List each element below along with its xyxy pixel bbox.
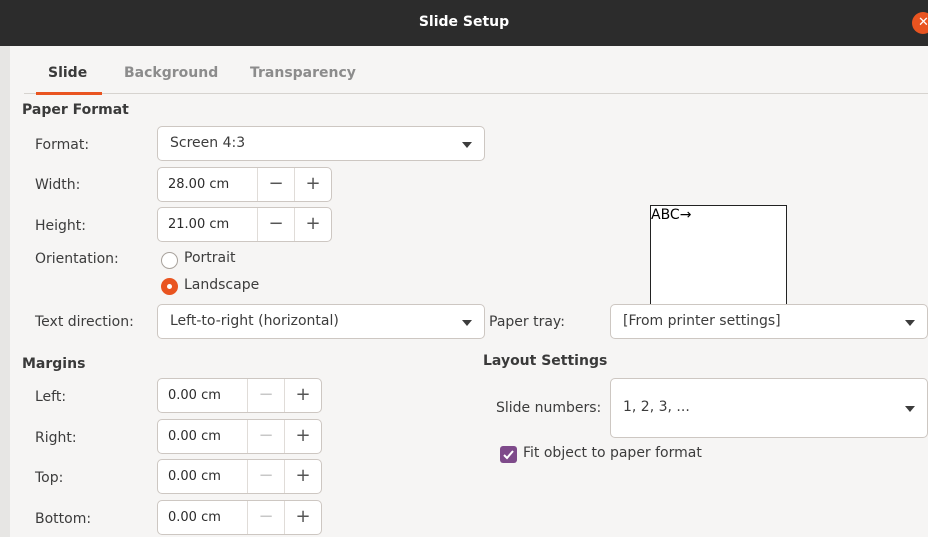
tab-background[interactable]: Background: [124, 65, 218, 81]
text-direction-value: Left-to-right (horizontal): [170, 313, 339, 329]
fit-object-checkbox[interactable]: [500, 446, 517, 463]
landscape-label[interactable]: Landscape: [184, 277, 259, 293]
chevron-down-icon: [905, 406, 915, 412]
slide-numbers-value: 1, 2, 3, ...: [623, 399, 690, 415]
format-dropdown[interactable]: Screen 4:3: [157, 126, 485, 161]
height-increment-button[interactable]: +: [294, 208, 331, 241]
margin-bottom-label: Bottom:: [35, 511, 92, 527]
format-label: Format:: [35, 137, 90, 153]
width-decrement-button[interactable]: −: [257, 168, 294, 201]
margin-top-increment-button[interactable]: +: [284, 460, 321, 493]
paper-tray-value: [From printer settings]: [623, 313, 781, 329]
chevron-down-icon: [462, 142, 472, 148]
fit-object-label[interactable]: Fit object to paper format: [523, 445, 702, 461]
paper-format-heading: Paper Format: [22, 102, 129, 118]
width-label: Width:: [35, 177, 81, 193]
margin-left-increment-button[interactable]: +: [284, 379, 321, 412]
margin-right-label: Right:: [35, 430, 77, 446]
margin-right-value[interactable]: 0.00 cm: [168, 429, 221, 444]
height-stepper[interactable]: 21.00 cm − +: [157, 207, 332, 242]
orientation-label: Orientation:: [35, 251, 119, 267]
margin-bottom-value[interactable]: 0.00 cm: [168, 510, 221, 525]
margin-bottom-decrement-button[interactable]: −: [247, 501, 284, 534]
slide-preview: ABC→: [650, 205, 787, 309]
height-value[interactable]: 21.00 cm: [168, 217, 229, 232]
width-increment-button[interactable]: +: [294, 168, 331, 201]
dialog-body: Slide Background Transparency Paper Form…: [0, 46, 928, 537]
width-value[interactable]: 28.00 cm: [168, 177, 229, 192]
paper-tray-dropdown[interactable]: [From printer settings]: [610, 304, 928, 339]
portrait-label[interactable]: Portrait: [184, 250, 235, 266]
chevron-down-icon: [462, 320, 472, 326]
margin-right-stepper[interactable]: 0.00 cm − +: [157, 419, 322, 454]
margin-left-stepper[interactable]: 0.00 cm − +: [157, 378, 322, 413]
layout-settings-heading: Layout Settings: [483, 353, 608, 369]
paper-tray-label: Paper tray:: [489, 314, 565, 330]
text-direction-dropdown[interactable]: Left-to-right (horizontal): [157, 304, 485, 339]
active-tab-indicator: [36, 92, 102, 95]
height-label: Height:: [35, 218, 86, 234]
text-direction-label: Text direction:: [35, 314, 134, 330]
height-decrement-button[interactable]: −: [257, 208, 294, 241]
close-icon[interactable]: ✕: [912, 12, 928, 34]
title-bar: Slide Setup ✕: [0, 0, 928, 46]
margin-left-decrement-button[interactable]: −: [247, 379, 284, 412]
window-title: Slide Setup: [418, 14, 510, 30]
margin-bottom-increment-button[interactable]: +: [284, 501, 321, 534]
margin-top-stepper[interactable]: 0.00 cm − +: [157, 459, 322, 494]
margin-top-label: Top:: [35, 470, 64, 486]
checkmark-icon: [503, 450, 514, 460]
margins-heading: Margins: [22, 356, 86, 372]
portrait-radio[interactable]: [161, 252, 178, 269]
margin-top-decrement-button[interactable]: −: [247, 460, 284, 493]
margin-left-label: Left:: [35, 389, 67, 405]
margin-left-value[interactable]: 0.00 cm: [168, 388, 221, 403]
tab-bar: Slide Background Transparency: [24, 54, 928, 94]
format-value: Screen 4:3: [170, 135, 246, 151]
margin-right-increment-button[interactable]: +: [284, 420, 321, 453]
tab-slide[interactable]: Slide: [48, 65, 87, 81]
slide-numbers-dropdown[interactable]: 1, 2, 3, ...: [610, 378, 928, 438]
width-stepper[interactable]: 28.00 cm − +: [157, 167, 332, 202]
preview-text: ABC→: [651, 207, 692, 223]
landscape-radio[interactable]: [161, 278, 178, 295]
margin-right-decrement-button[interactable]: −: [247, 420, 284, 453]
tab-transparency[interactable]: Transparency: [250, 65, 356, 81]
margin-bottom-stepper[interactable]: 0.00 cm − +: [157, 500, 322, 535]
margin-top-value[interactable]: 0.00 cm: [168, 469, 221, 484]
slide-numbers-label: Slide numbers:: [496, 400, 602, 416]
chevron-down-icon: [905, 320, 915, 326]
